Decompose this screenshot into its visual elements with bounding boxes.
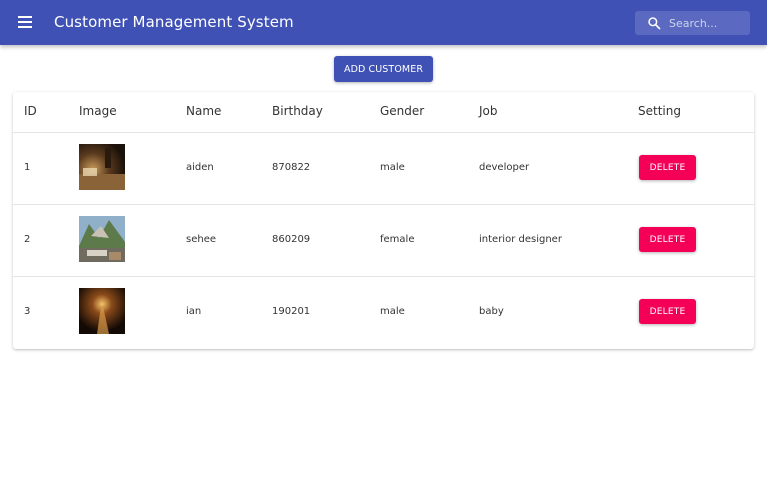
app-bar: Customer Management System [0,0,767,45]
table-row: 2 sehee 860209 female interior designer … [13,205,754,277]
search-icon [648,17,661,30]
cell-name: aiden [186,162,214,173]
customer-image [79,144,125,190]
cell-id: 3 [24,306,31,317]
cell-name: ian [186,306,202,317]
delete-button[interactable]: DELETE [639,227,696,252]
hamburger-menu-icon [18,16,32,18]
cell-gender: female [380,234,415,245]
cell-name: sehee [186,234,217,245]
cell-birthday: 860209 [272,234,311,245]
cell-id: 2 [24,234,31,245]
search-input[interactable] [669,13,745,33]
customer-image [79,216,125,262]
header-setting: Setting [638,104,681,118]
customer-image [79,288,125,334]
menu-button[interactable] [14,13,36,33]
table-row: 3 ian 190201 male baby DELETE [13,277,754,349]
app-title: Customer Management System [54,13,294,31]
header-name: Name [186,104,222,118]
table-row: 1 aiden 870822 male developer DELETE [13,133,754,205]
cell-gender: male [380,306,405,317]
header-image: Image [79,104,117,118]
delete-button[interactable]: DELETE [639,299,696,324]
cell-job: interior designer [479,234,562,245]
customer-table: ID Image Name Birthday Gender Job Settin… [13,92,754,349]
cell-birthday: 870822 [272,162,311,173]
cell-job: developer [479,162,530,173]
header-job: Job [479,104,498,118]
add-customer-button[interactable]: ADD CUSTOMER [334,56,433,82]
header-gender: Gender [380,104,425,118]
cell-job: baby [479,306,504,317]
header-id: ID [24,104,37,118]
search-box[interactable] [635,11,750,35]
table-header-row: ID Image Name Birthday Gender Job Settin… [13,92,754,133]
delete-button[interactable]: DELETE [639,155,696,180]
header-birthday: Birthday [272,104,323,118]
cell-gender: male [380,162,405,173]
cell-birthday: 190201 [272,306,311,317]
cell-id: 1 [24,162,31,173]
